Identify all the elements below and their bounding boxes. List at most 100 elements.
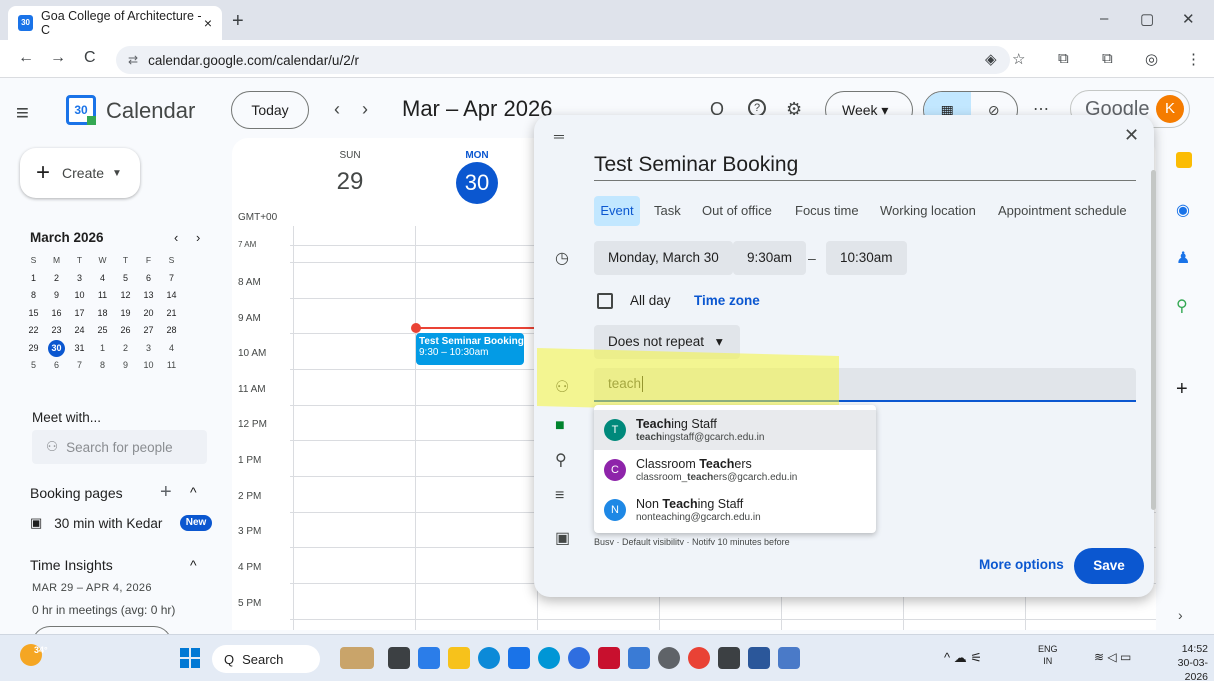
app-icon[interactable] [628,647,650,669]
chevron-up-icon[interactable]: ^ [190,557,197,573]
mcafee-icon[interactable] [598,647,620,669]
keep-icon[interactable] [1176,152,1192,168]
task-view-icon[interactable] [388,647,410,669]
suggestion-item[interactable]: T Teaching Staff teachingstaff@gcarch.ed… [594,410,876,450]
language-indicator[interactable]: ENG IN [1038,643,1058,667]
close-icon[interactable]: ✕ [1124,125,1139,146]
add-addon-icon[interactable]: + [1176,378,1188,401]
cast-icon[interactable]: ⧉ [1102,50,1113,67]
browser-menu-icon[interactable]: ⋮ [1186,50,1201,68]
mini-day[interactable]: 19 [114,305,137,323]
mini-day[interactable]: 18 [91,305,114,323]
mini-day[interactable]: 27 [137,322,160,340]
tab-task[interactable]: Task [654,200,681,232]
mini-day[interactable]: 4 [91,270,114,288]
extensions-icon[interactable]: ⧉ [1058,50,1069,67]
day-number-29[interactable]: 29 [310,168,390,196]
search-people-input[interactable]: ⚇ Search for people [32,430,207,464]
mini-day[interactable]: 13 [137,287,160,305]
mini-day[interactable]: 23 [45,322,68,340]
mini-day[interactable]: 8 [91,357,114,375]
start-time-chip[interactable]: 9:30am [733,241,807,275]
widget-app-icon[interactable] [340,647,374,669]
mini-day[interactable]: 8 [22,287,45,305]
maps-icon[interactable]: ⚲ [1176,296,1188,316]
maximize-button[interactable]: ▢ [1140,10,1154,28]
mini-day[interactable]: 1 [22,270,45,288]
minimize-button[interactable]: – [1100,10,1108,27]
file-explorer-icon[interactable] [448,647,470,669]
mini-day[interactable]: 14 [160,287,183,305]
meet-video-icon[interactable]: ■ [555,417,565,435]
event-chip[interactable]: Test Seminar Booking 9:30 – 10:30am [416,333,524,365]
mini-next-month-button[interactable]: › [196,230,200,245]
edge-icon[interactable] [478,647,500,669]
mini-day[interactable]: 7 [160,270,183,288]
dialog-scrollbar[interactable] [1151,170,1156,510]
mini-day[interactable]: 17 [68,305,91,323]
mini-day[interactable]: 20 [137,305,160,323]
create-button[interactable]: + Create ▼ [20,148,140,198]
app-icon[interactable] [568,647,590,669]
save-button[interactable]: Save [1074,548,1144,584]
mini-day[interactable]: 6 [45,357,68,375]
more-options-button[interactable]: More options [979,557,1064,572]
mini-day[interactable]: 2 [45,270,68,288]
today-button[interactable]: Today [231,91,309,129]
wifi-volume-battery-icons[interactable]: ≋ ◁ ▭ [1094,650,1131,664]
tab-appointment-schedule[interactable]: Appointment schedule [998,200,1127,232]
previous-week-button[interactable]: ‹ [334,99,340,120]
profile-icon[interactable]: ◎ [1145,50,1158,68]
system-tray[interactable]: ^ ☁ ⚟ [944,650,982,666]
add-booking-page-button[interactable]: + [160,481,172,504]
hp-icon[interactable] [538,647,560,669]
app-icon[interactable] [778,647,800,669]
mini-day[interactable]: 1 [91,340,114,358]
new-tab-button[interactable]: + [232,10,244,33]
mini-day[interactable]: 31 [68,340,91,358]
chrome-icon[interactable] [688,647,710,669]
calculator-icon[interactable] [718,647,740,669]
mini-prev-month-button[interactable]: ‹ [174,230,178,245]
next-week-button[interactable]: › [362,99,368,120]
windows-start-icon[interactable] [180,648,200,668]
event-title-input[interactable]: Test Seminar Booking [594,153,1136,181]
mini-day[interactable]: 7 [68,357,91,375]
contacts-icon[interactable]: ♟ [1176,248,1190,268]
booking-page-item[interactable]: ▣ 30 min with Kedar [30,515,162,531]
mini-day[interactable]: 2 [114,340,137,358]
tab-event[interactable]: Event [594,196,640,226]
word-icon[interactable] [748,647,770,669]
site-info-icon[interactable]: ⇄ [128,53,138,67]
mini-day-selected[interactable]: 30 [48,339,65,357]
forward-button[interactable]: → [50,49,66,67]
mini-day[interactable]: 3 [137,340,160,358]
mini-day[interactable]: 4 [160,340,183,358]
mini-day[interactable]: 10 [137,357,160,375]
time-zone-link[interactable]: Time zone [694,293,760,308]
date-chip[interactable]: Monday, March 30 [594,241,733,275]
suggestion-item[interactable]: C Classroom Teachers classroom_teachers@… [594,450,876,490]
mini-day[interactable]: 5 [22,357,45,375]
mini-day[interactable]: 11 [91,287,114,305]
end-time-chip[interactable]: 10:30am [826,241,907,275]
window-close-button[interactable]: ✕ [1182,10,1195,28]
mini-day[interactable]: 21 [160,305,183,323]
back-button[interactable]: ← [18,49,34,67]
all-day-checkbox[interactable] [597,293,613,309]
mini-day[interactable]: 22 [22,322,45,340]
bookmark-star-icon[interactable]: ☆ [1012,50,1025,68]
tab-out-of-office[interactable]: Out of office [702,200,772,232]
tab-focus-time[interactable]: Focus time [795,200,859,232]
mini-day[interactable]: 10 [68,287,91,305]
suggestion-item[interactable]: N Non Teaching Staff nonteaching@gcarch.… [594,490,876,530]
mini-day[interactable]: 3 [68,270,91,288]
main-menu-icon[interactable]: ≡ [16,100,29,126]
lens-icon[interactable]: ◈ [985,50,997,68]
clock[interactable]: 14:52 30-03-2026 [1166,642,1208,681]
mini-day[interactable]: 9 [45,287,68,305]
drag-handle-icon[interactable]: ═ [554,128,564,144]
mini-day[interactable]: 25 [91,322,114,340]
mini-day[interactable]: 26 [114,322,137,340]
avatar[interactable]: K [1156,95,1184,123]
